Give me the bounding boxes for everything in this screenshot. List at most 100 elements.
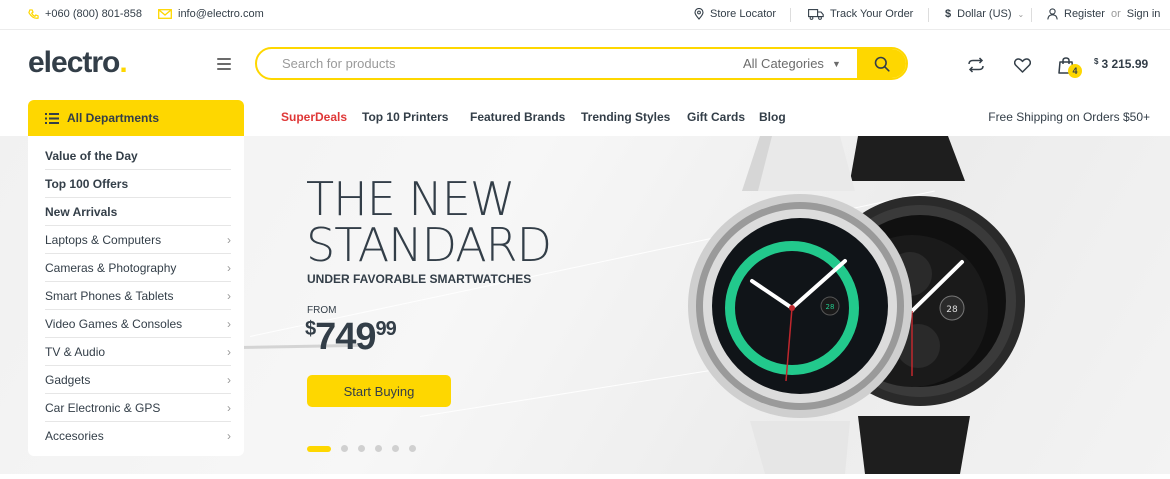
track-order-link[interactable]: Track Your Order <box>808 8 913 20</box>
price-main: 749 <box>315 316 376 358</box>
store-locator-link[interactable]: Store Locator <box>694 8 776 20</box>
all-departments-label: All Departments <box>67 111 160 125</box>
divider <box>1031 8 1032 22</box>
department-item-label: Value of the Day <box>45 148 138 163</box>
department-item-label: Video Games & Consoles <box>45 316 183 331</box>
search-icon <box>874 56 890 72</box>
nav-superdeals[interactable]: SuperDeals <box>281 110 347 124</box>
department-item[interactable]: Accesories › <box>45 422 231 450</box>
email-contact[interactable]: info@electro.com <box>158 8 264 20</box>
department-item[interactable]: Laptops & Computers › <box>45 226 231 254</box>
department-item-label: New Arrivals <box>45 204 118 219</box>
slide-dot[interactable] <box>375 445 382 452</box>
track-order-label: Track Your Order <box>830 8 914 20</box>
chevron-right-icon: › <box>227 316 231 331</box>
department-item[interactable]: Video Games & Consoles › <box>45 310 231 338</box>
cart-currency: $ <box>1094 57 1099 66</box>
cart-total[interactable]: $3 215.99 <box>1094 57 1148 71</box>
department-item[interactable]: TV & Audio › <box>45 338 231 366</box>
free-shipping-notice: Free Shipping on Orders $50+ <box>988 110 1150 124</box>
site-logo[interactable]: electro. <box>28 46 128 80</box>
slide-dot[interactable] <box>358 445 365 452</box>
chevron-right-icon: › <box>227 232 231 247</box>
category-select-label: All Categories <box>743 56 824 71</box>
department-item[interactable]: Cameras & Photography › <box>45 254 231 282</box>
search-input[interactable] <box>257 49 727 78</box>
hero-title: THE NEW STANDARD <box>306 172 552 272</box>
wishlist-button[interactable] <box>1012 55 1032 75</box>
slide-dot[interactable] <box>341 445 348 452</box>
hero-from-label: FROM <box>307 305 337 316</box>
chevron-down-icon: ⌄ <box>1017 9 1025 19</box>
chevron-right-icon: › <box>227 400 231 415</box>
price-currency: $ <box>305 318 316 340</box>
nav-trending-styles[interactable]: Trending Styles <box>581 110 670 124</box>
search-button[interactable] <box>857 49 906 78</box>
chevron-right-icon: › <box>227 372 231 387</box>
hero-title-line-1: THE NEW <box>306 172 515 226</box>
nav-gift-cards[interactable]: Gift Cards <box>687 110 745 124</box>
compare-button[interactable] <box>966 55 986 75</box>
chevron-right-icon: › <box>227 429 231 443</box>
or-label: or <box>1110 8 1121 20</box>
currency-label: Dollar (US) <box>957 8 1012 20</box>
logo-dot: . <box>119 46 127 79</box>
department-item-label: Top 100 Offers <box>45 176 129 191</box>
truck-icon <box>808 8 824 20</box>
hero-title-line-2: STANDARD <box>306 218 552 272</box>
email-address: info@electro.com <box>178 8 264 20</box>
slide-dot[interactable] <box>409 445 416 452</box>
register-link[interactable]: Register <box>1064 8 1105 20</box>
map-pin-icon <box>694 8 704 20</box>
department-item-label: Laptops & Computers <box>45 232 162 247</box>
store-locator-label: Store Locator <box>710 8 777 20</box>
phone-number: +060 (800) 801-858 <box>45 8 142 20</box>
department-item-label: Gadgets <box>45 372 91 387</box>
phone-icon <box>28 8 39 19</box>
hero-price: $74999 <box>305 316 397 359</box>
menu-toggle-icon[interactable] <box>217 58 231 70</box>
departments-menu: Value of the Day Top 100 Offers New Arriva… <box>28 136 244 456</box>
slide-dot[interactable] <box>392 445 399 452</box>
department-item[interactable]: Value of the Day <box>45 142 231 170</box>
department-item[interactable]: Top 100 Offers <box>45 170 231 198</box>
black-watch-date: 28 <box>946 305 958 315</box>
department-item-label: Accesories <box>45 429 104 443</box>
dollar-icon: $ <box>945 8 952 20</box>
heart-icon <box>1013 57 1031 73</box>
account-links: Register or Sign in <box>1047 8 1160 20</box>
smartwatch-image: 28 28 <box>688 136 1025 474</box>
nav-blog[interactable]: Blog <box>759 110 786 124</box>
slide-dot-active[interactable] <box>307 445 331 452</box>
department-item-label: TV & Audio <box>45 344 106 359</box>
chevron-right-icon: › <box>227 260 231 275</box>
department-item-label: Smart Phones & Tablets <box>45 288 174 303</box>
all-departments-toggle[interactable]: All Departments <box>28 100 244 136</box>
start-buying-button[interactable]: Start Buying <box>307 375 451 407</box>
search-bar: All Categories ▼ <box>255 47 908 80</box>
department-item[interactable]: New Arrivals <box>45 198 231 226</box>
chevron-down-icon: ▼ <box>831 58 841 69</box>
phone-contact[interactable]: +060 (800) 801-858 <box>28 8 142 20</box>
cart-total-amount: 3 215.99 <box>1101 57 1149 71</box>
mail-icon <box>158 9 172 19</box>
hero-subtitle: UNDER FAVORABLE SMARTWATCHES <box>307 272 532 286</box>
list-icon <box>45 112 59 124</box>
cart-count-badge: 4 <box>1068 64 1082 78</box>
nav-top-10-printers[interactable]: Top 10 Printers <box>362 110 448 124</box>
divider <box>928 8 929 22</box>
white-watch-date: 28 <box>826 303 835 311</box>
price-cents: 99 <box>375 318 397 340</box>
department-item[interactable]: Gadgets › <box>45 366 231 394</box>
nav-featured-brands[interactable]: Featured Brands <box>470 110 565 124</box>
department-item-label: Cameras & Photography <box>45 260 177 275</box>
slider-pagination <box>307 445 416 452</box>
signin-link[interactable]: Sign in <box>1127 8 1161 20</box>
currency-selector[interactable]: $ Dollar (US) ⌄ <box>945 8 1024 20</box>
department-item[interactable]: Smart Phones & Tablets › <box>45 282 231 310</box>
logo-text: electro <box>28 46 120 79</box>
department-item[interactable]: Car Electronic & GPS › <box>45 394 231 422</box>
compare-icon <box>968 57 984 73</box>
department-item-label: Car Electronic & GPS <box>45 400 161 415</box>
category-select[interactable]: All Categories ▼ <box>743 56 841 71</box>
